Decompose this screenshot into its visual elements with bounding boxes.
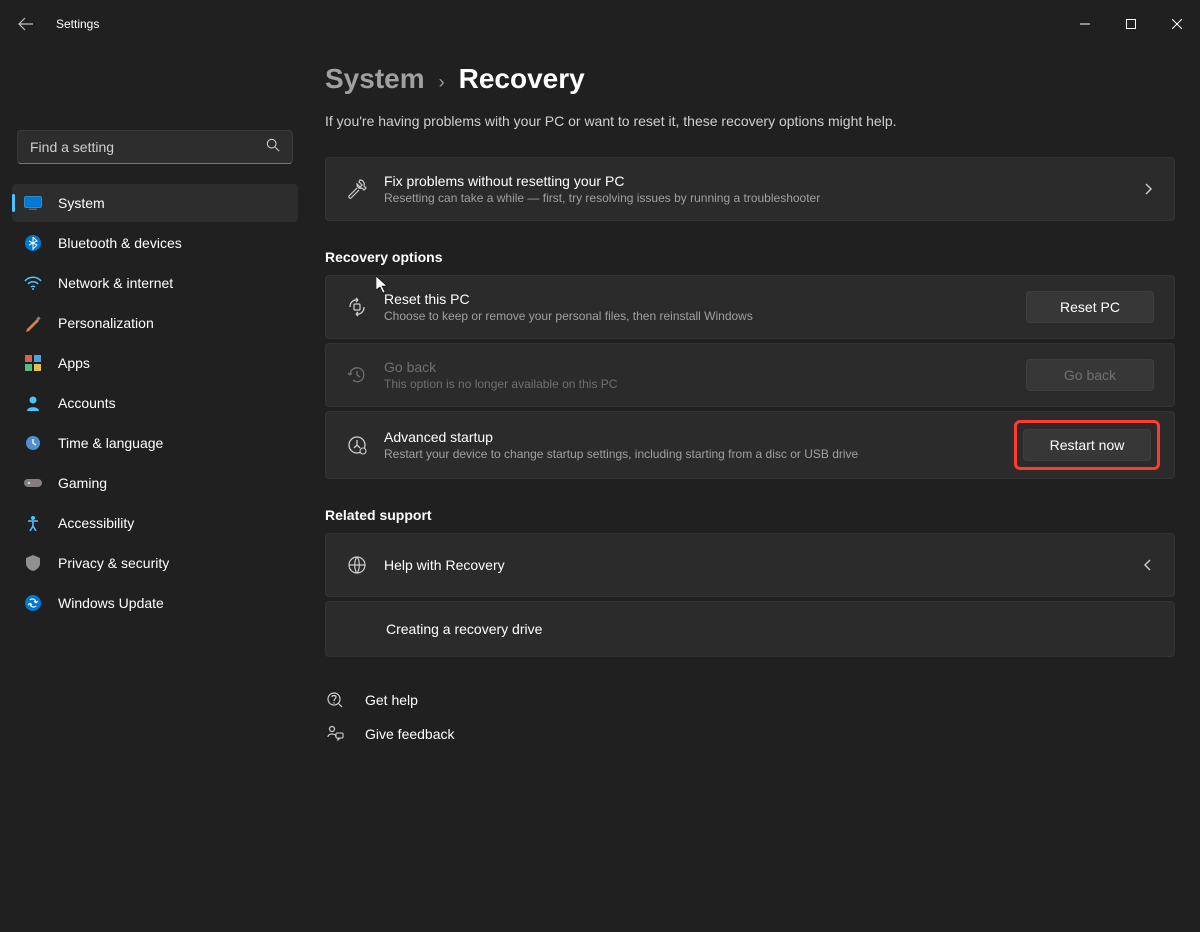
reset-pc-card: Reset this PC Choose to keep or remove y… <box>325 275 1175 339</box>
nav-privacy[interactable]: Privacy & security <box>12 544 298 582</box>
nav-label: Network & internet <box>58 275 173 291</box>
breadcrumb-parent[interactable]: System <box>325 63 425 95</box>
nav-label: Bluetooth & devices <box>58 235 182 251</box>
related-support-header: Related support <box>325 507 1175 523</box>
reset-icon <box>346 296 384 318</box>
card-title: Creating a recovery drive <box>386 621 1154 637</box>
accounts-icon <box>24 394 42 412</box>
feedback-link[interactable]: Give feedback <box>325 717 1175 751</box>
advanced-startup-icon <box>346 434 384 456</box>
gaming-icon <box>24 474 42 492</box>
nav-system[interactable]: System <box>12 184 298 222</box>
link-label: Get help <box>365 692 418 708</box>
titlebar-left: Settings <box>16 14 99 34</box>
search-input[interactable] <box>30 139 266 155</box>
web-help-icon <box>346 554 384 576</box>
card-title: Fix problems without resetting your PC <box>384 173 1142 189</box>
nav-time[interactable]: Time & language <box>12 424 298 462</box>
card-desc: Restart your device to change startup se… <box>384 447 1020 461</box>
search-box[interactable] <box>17 130 293 164</box>
card-title: Help with Recovery <box>384 557 1142 573</box>
nav-personalization[interactable]: Personalization <box>12 304 298 342</box>
search-icon <box>266 138 280 157</box>
recovery-options-header: Recovery options <box>325 249 1175 265</box>
card-title: Advanced startup <box>384 429 1020 445</box>
maximize-icon <box>1126 19 1136 29</box>
chevron-up-icon <box>1142 559 1154 571</box>
nav-list: System Bluetooth & devices Network & int… <box>12 184 298 622</box>
link-label: Give feedback <box>365 726 455 742</box>
minimize-button[interactable] <box>1062 8 1108 40</box>
go-back-card: Go back This option is no longer availab… <box>325 343 1175 407</box>
nav-gaming[interactable]: Gaming <box>12 464 298 502</box>
nav-update[interactable]: Windows Update <box>12 584 298 622</box>
time-icon <box>24 434 42 452</box>
nav-accessibility[interactable]: Accessibility <box>12 504 298 542</box>
card-title: Reset this PC <box>384 291 1026 307</box>
nav-label: Personalization <box>58 315 154 331</box>
reset-pc-button[interactable]: Reset PC <box>1026 291 1154 323</box>
help-icon <box>325 691 345 709</box>
nav-label: Apps <box>58 355 90 371</box>
sidebar: System Bluetooth & devices Network & int… <box>0 48 310 932</box>
network-icon <box>24 274 42 292</box>
nav-accounts[interactable]: Accounts <box>12 384 298 422</box>
go-back-button: Go back <box>1026 359 1154 391</box>
close-button[interactable] <box>1154 8 1200 40</box>
minimize-icon <box>1080 19 1090 29</box>
card-desc: This option is no longer available on th… <box>384 377 1026 391</box>
window-controls <box>1062 8 1200 40</box>
fix-problems-card[interactable]: Fix problems without resetting your PC R… <box>325 157 1175 221</box>
update-icon <box>24 594 42 612</box>
back-button[interactable] <box>16 14 36 34</box>
back-arrow-icon <box>18 16 34 32</box>
nav-network[interactable]: Network & internet <box>12 264 298 302</box>
restart-now-button[interactable]: Restart now <box>1023 429 1151 461</box>
titlebar: Settings <box>0 0 1200 48</box>
nav-bluetooth[interactable]: Bluetooth & devices <box>12 224 298 262</box>
advanced-startup-card: Advanced startup Restart your device to … <box>325 411 1175 479</box>
nav-label: Accounts <box>58 395 116 411</box>
chevron-right-icon <box>1142 183 1154 195</box>
wrench-icon <box>346 178 384 200</box>
system-icon <box>24 194 42 212</box>
card-title: Go back <box>384 359 1026 375</box>
nav-label: Privacy & security <box>58 555 169 571</box>
nav-apps[interactable]: Apps <box>12 344 298 382</box>
help-recovery-card[interactable]: Help with Recovery <box>325 533 1175 597</box>
recovery-drive-link[interactable]: Creating a recovery drive <box>325 601 1175 657</box>
breadcrumb-current: Recovery <box>459 63 585 95</box>
nav-label: Accessibility <box>58 515 134 531</box>
history-icon <box>346 364 384 386</box>
apps-icon <box>24 354 42 372</box>
main-content: System › Recovery If you're having probl… <box>310 48 1200 932</box>
highlight-annotation: Restart now <box>1014 420 1160 470</box>
close-icon <box>1172 19 1182 29</box>
breadcrumb: System › Recovery <box>325 63 1175 95</box>
nav-label: Gaming <box>58 475 107 491</box>
chevron-right-icon: › <box>439 72 445 93</box>
card-desc: Resetting can take a while — first, try … <box>384 191 1142 205</box>
nav-label: Windows Update <box>58 595 164 611</box>
card-desc: Choose to keep or remove your personal f… <box>384 309 1026 323</box>
get-help-link[interactable]: Get help <box>325 683 1175 717</box>
personalization-icon <box>24 314 42 332</box>
privacy-icon <box>24 554 42 572</box>
page-subtitle: If you're having problems with your PC o… <box>325 113 1175 129</box>
app-title: Settings <box>56 17 99 31</box>
bluetooth-icon <box>24 234 42 252</box>
maximize-button[interactable] <box>1108 8 1154 40</box>
feedback-icon <box>325 725 345 743</box>
accessibility-icon <box>24 514 42 532</box>
nav-label: Time & language <box>58 435 163 451</box>
nav-label: System <box>58 195 105 211</box>
